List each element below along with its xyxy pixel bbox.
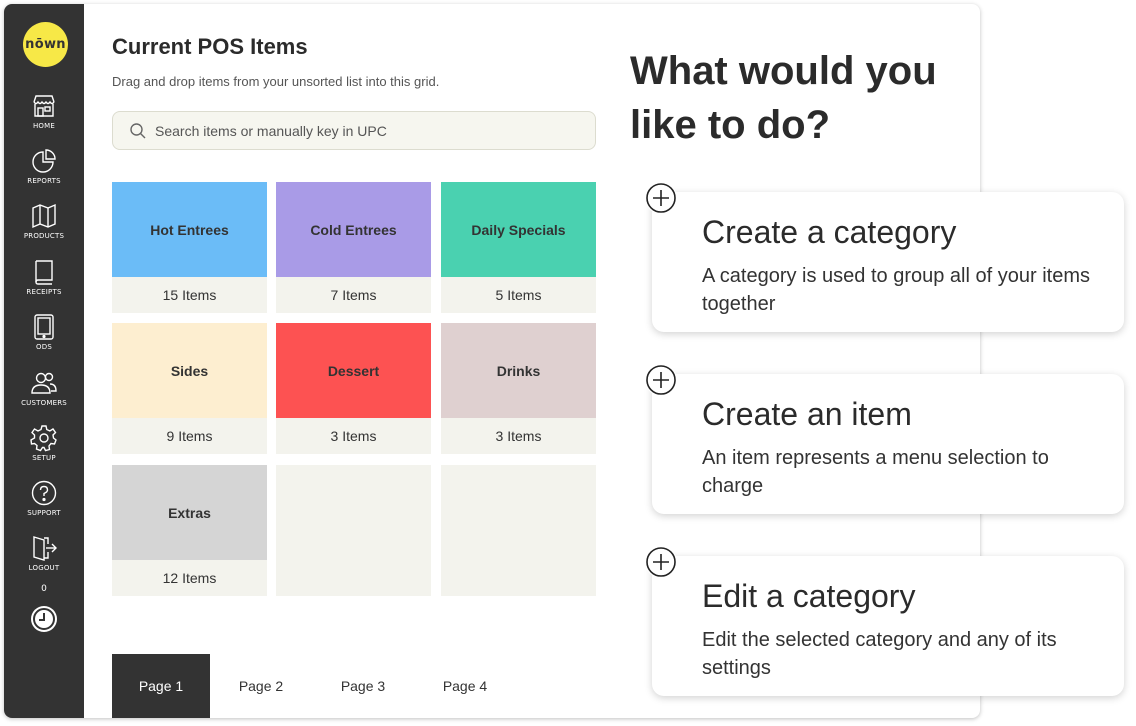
card-title: Edit a category bbox=[702, 578, 916, 614]
category-count: 12 Items bbox=[162, 570, 217, 586]
tab-page-2[interactable]: Page 2 bbox=[210, 654, 312, 718]
map-icon bbox=[32, 203, 56, 229]
sidebar-item-label: SETUP bbox=[32, 454, 56, 462]
search-bar[interactable] bbox=[112, 111, 596, 150]
page-title: Current POS Items bbox=[112, 34, 308, 59]
category-tile-sides[interactable]: Sides 9 Items bbox=[112, 323, 267, 454]
empty-grid-slot[interactable] bbox=[276, 465, 431, 596]
clock-icon[interactable] bbox=[29, 604, 59, 634]
category-count: 3 Items bbox=[330, 428, 377, 444]
pie-chart-icon bbox=[32, 149, 56, 173]
plus-circle-icon bbox=[646, 365, 676, 395]
sidebar-item-label: CUSTOMERS bbox=[21, 399, 67, 407]
sidebar-item-label: SUPPORT bbox=[27, 509, 61, 517]
category-name: Daily Specials bbox=[441, 182, 596, 277]
category-count: 5 Items bbox=[495, 287, 542, 303]
category-name: Dessert bbox=[276, 323, 431, 418]
plus-circle-icon bbox=[646, 183, 676, 213]
search-icon bbox=[130, 122, 146, 138]
brand-logo[interactable]: nōwn bbox=[23, 22, 68, 67]
sidebar-item-ods[interactable]: ODS bbox=[4, 313, 84, 365]
create-item-button[interactable] bbox=[645, 364, 677, 396]
create-category-button[interactable] bbox=[645, 182, 677, 214]
card-description: A category is used to group all of your … bbox=[702, 265, 1090, 315]
book-icon bbox=[35, 260, 53, 285]
create-category-card[interactable]: Create a category A category is used to … bbox=[652, 192, 1124, 332]
sidebar-item-logout[interactable]: LOGOUT bbox=[4, 534, 84, 586]
category-name: Cold Entrees bbox=[276, 182, 431, 277]
category-count: 9 Items bbox=[166, 428, 213, 444]
category-count: 3 Items bbox=[495, 428, 542, 444]
tablet-icon bbox=[34, 314, 54, 340]
category-tile-cold-entrees[interactable]: Cold Entrees 7 Items bbox=[276, 182, 431, 313]
sidebar-item-receipts[interactable]: RECEIPTS bbox=[4, 258, 84, 310]
users-icon bbox=[31, 372, 57, 394]
category-tile-drinks[interactable]: Drinks 3 Items bbox=[441, 323, 596, 454]
sidebar-item-support[interactable]: SUPPORT bbox=[4, 479, 84, 531]
plus-circle-icon bbox=[646, 547, 676, 577]
sidebar-item-label: ODS bbox=[36, 343, 52, 351]
actions-heading: What would you like to do? bbox=[630, 49, 937, 147]
search-input[interactable] bbox=[155, 122, 575, 139]
sidebar-item-label: HOME bbox=[32, 122, 56, 130]
category-tile-extras[interactable]: Extras 12 Items bbox=[112, 465, 267, 596]
category-tile-daily-specials[interactable]: Daily Specials 5 Items bbox=[441, 182, 596, 313]
sidebar-item-reports[interactable]: REPORTS bbox=[4, 147, 84, 199]
tab-page-1[interactable]: Page 1 bbox=[112, 654, 210, 718]
storefront-icon bbox=[33, 95, 55, 117]
page-subtitle: Drag and drop items from your unsorted l… bbox=[112, 74, 440, 89]
category-tile-dessert[interactable]: Dessert 3 Items bbox=[276, 323, 431, 454]
question-icon bbox=[31, 480, 57, 506]
sidebar-item-label: RECEIPTS bbox=[26, 288, 62, 296]
category-name: Drinks bbox=[441, 323, 596, 418]
edit-category-card[interactable]: Edit a category Edit the selected catego… bbox=[652, 556, 1124, 696]
sidebar: nōwn HOME REPORTS PRODUCTS RECEIPTS ODS … bbox=[4, 4, 84, 718]
sidebar-item-products[interactable]: PRODUCTS bbox=[4, 202, 84, 254]
sidebar-item-label: PRODUCTS bbox=[23, 232, 65, 240]
empty-grid-slot[interactable] bbox=[441, 465, 596, 596]
category-name: Hot Entrees bbox=[112, 182, 267, 277]
card-description: Edit the selected category and any of it… bbox=[702, 629, 1057, 679]
tab-page-3[interactable]: Page 3 bbox=[312, 654, 414, 718]
sidebar-item-label: LOGOUT bbox=[28, 564, 60, 572]
card-title: Create an item bbox=[702, 396, 912, 432]
gear-icon bbox=[30, 425, 57, 452]
sidebar-item-setup[interactable]: SETUP bbox=[4, 424, 84, 476]
clock-count: 0 bbox=[41, 584, 47, 594]
page-tabs: Page 1 Page 2 Page 3 Page 4 bbox=[112, 654, 516, 718]
sidebar-item-customers[interactable]: CUSTOMERS bbox=[4, 369, 84, 421]
tab-page-4[interactable]: Page 4 bbox=[414, 654, 516, 718]
sidebar-item-label: REPORTS bbox=[27, 177, 61, 185]
category-name: Sides bbox=[112, 323, 267, 418]
sidebar-item-home[interactable]: HOME bbox=[4, 92, 84, 144]
category-count: 15 Items bbox=[162, 287, 217, 303]
card-description: An item represents a menu selection to c… bbox=[702, 447, 1049, 497]
category-name: Extras bbox=[112, 465, 267, 560]
logout-icon bbox=[33, 536, 57, 561]
category-tile-hot-entrees[interactable]: Hot Entrees 15 Items bbox=[112, 182, 267, 313]
category-count: 7 Items bbox=[330, 287, 377, 303]
edit-category-button[interactable] bbox=[645, 546, 677, 578]
create-item-card[interactable]: Create an item An item represents a menu… bbox=[652, 374, 1124, 514]
card-title: Create a category bbox=[702, 214, 957, 250]
